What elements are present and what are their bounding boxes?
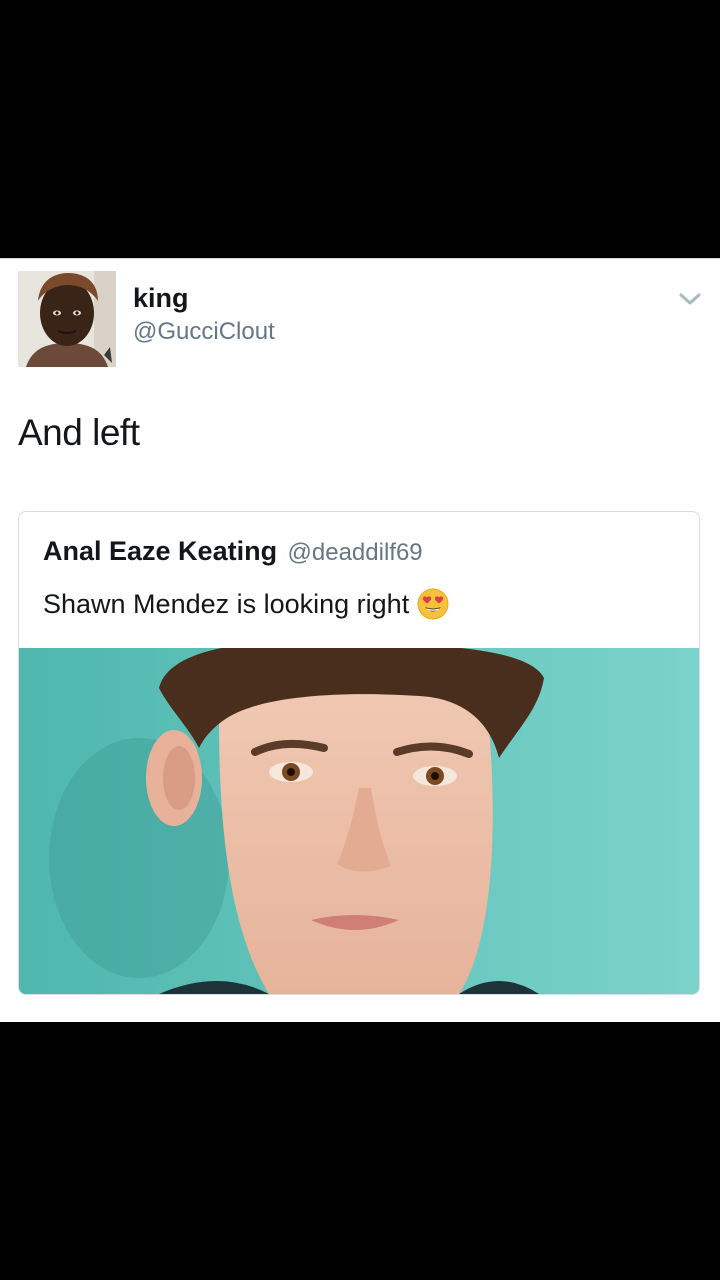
quoted-tweet-photo[interactable]: [19, 648, 699, 994]
screenshot-screen: king @GucciClout And left Anal Eaze Keat…: [0, 0, 720, 1280]
quoted-tweet-text: Shawn Mendez is looking right: [43, 589, 410, 619]
tweet-card[interactable]: king @GucciClout And left Anal Eaze Keat…: [0, 258, 720, 1022]
tweet-text: And left: [18, 412, 140, 453]
heart-eyes-emoji-icon: [417, 588, 449, 620]
avatar[interactable]: [18, 271, 116, 367]
quoted-display-name: Anal Eaze Keating: [43, 536, 278, 566]
quoted-tweet[interactable]: Anal Eaze Keating @deaddilf69 Shawn Mend…: [18, 511, 700, 995]
user-avatar-photo: [18, 271, 116, 367]
quoted-user-handle: @deaddilf69: [287, 539, 423, 566]
portrait-photo: [19, 648, 699, 994]
chevron-down-icon[interactable]: [676, 289, 704, 309]
user-handle[interactable]: @GucciClout: [133, 318, 275, 346]
quoted-tweet-text-row: Shawn Mendez is looking right: [43, 588, 449, 620]
quoted-tweet-header: Anal Eaze Keating @deaddilf69: [43, 536, 423, 571]
display-name[interactable]: king: [133, 283, 189, 313]
